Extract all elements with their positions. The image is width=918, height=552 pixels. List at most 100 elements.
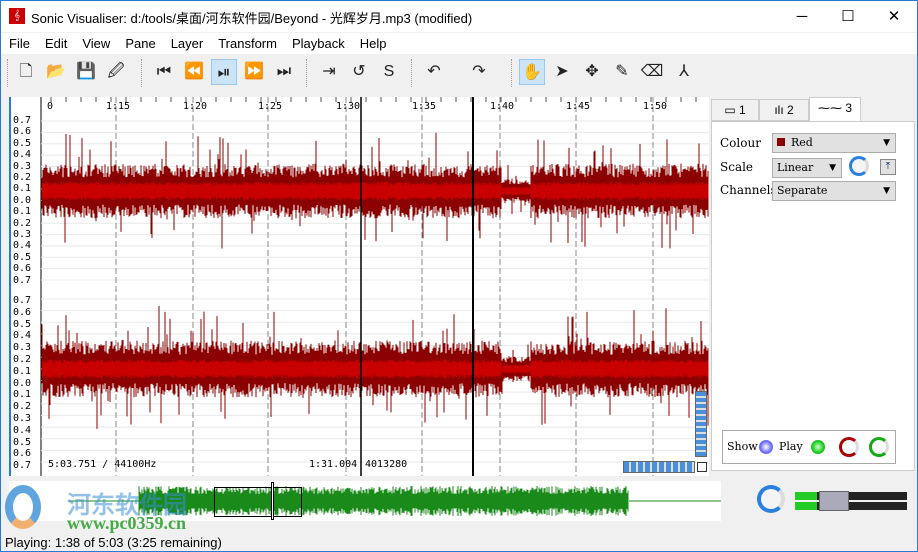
close-button[interactable]: ✕ bbox=[871, 1, 917, 32]
menu-view[interactable]: View bbox=[74, 33, 117, 51]
y-axis-label: 0.5 bbox=[13, 436, 32, 448]
select-button[interactable]: ➤ bbox=[549, 59, 575, 85]
play-selection-button[interactable]: ⇥ bbox=[316, 59, 342, 85]
colour-label: Colour bbox=[720, 136, 761, 150]
undo-icon: ↶ bbox=[427, 63, 441, 80]
playback-gain-knob[interactable] bbox=[839, 437, 859, 457]
menu-layer[interactable]: Layer bbox=[163, 33, 211, 51]
scale-label: Scale bbox=[720, 160, 754, 174]
navigate-button[interactable]: ✋ bbox=[519, 59, 545, 85]
play-pause-icon: ⏯ bbox=[217, 64, 231, 81]
menu-transform[interactable]: Transform bbox=[210, 33, 284, 51]
level-meter-left bbox=[795, 492, 907, 500]
toolbar: 🗋 📂 💾 🖉 ⏮ ⏪ ⏯ ⏩ ⏭ ⇥ ↺ S ↶ ↷ ✋ ➤ ✥ ✎ ⌫ ⅄ bbox=[1, 55, 917, 91]
toolbar-separator bbox=[411, 59, 413, 87]
y-axis-label: 0.1 bbox=[13, 389, 32, 401]
rewind-icon: ⏪ bbox=[184, 63, 204, 80]
toolbar-separator bbox=[306, 59, 308, 87]
save-button[interactable]: 💾 bbox=[73, 59, 99, 85]
gain-knob[interactable] bbox=[849, 156, 869, 176]
toolbar-separator bbox=[141, 59, 143, 87]
show-toggle[interactable] bbox=[759, 440, 773, 454]
y-axis-label: 0.7 bbox=[13, 460, 32, 472]
y-axis-label: 0.7 bbox=[13, 295, 32, 306]
rewind-start-icon: ⏮ bbox=[156, 63, 172, 80]
tab-waveform-3[interactable]: ⁓⁓ 3 bbox=[809, 97, 861, 122]
menu-pane[interactable]: Pane bbox=[117, 33, 162, 51]
cursor-frame: 4013280 bbox=[365, 459, 408, 470]
solo-button[interactable]: S bbox=[376, 59, 402, 85]
ruler-icon: ılı bbox=[774, 103, 784, 117]
overview-pane[interactable]: 河东软件园 www.pc0359.cn bbox=[5, 481, 721, 533]
y-axis-label: 0.4 bbox=[13, 330, 32, 342]
save-as-button[interactable]: 🖉 bbox=[103, 59, 129, 85]
redo-button[interactable]: ↷ bbox=[466, 59, 492, 85]
open-icon: 📂 bbox=[46, 63, 66, 80]
menu-file[interactable]: File bbox=[1, 33, 37, 51]
maximize-button[interactable]: ☐ bbox=[825, 1, 871, 32]
draw-icon: ✎ bbox=[615, 63, 629, 80]
window-title: Sonic Visualiser: d:/tools/桌面/河东软件园/Beyo… bbox=[31, 11, 473, 26]
measure-icon: ⅄ bbox=[679, 63, 689, 80]
ruler-label: 1:40 bbox=[490, 101, 515, 112]
horizontal-zoom-slider[interactable] bbox=[623, 461, 695, 473]
ruler-label: 1:45 bbox=[566, 101, 591, 112]
fast-forward-end-button[interactable]: ⏭ bbox=[271, 59, 297, 85]
rewind-button[interactable]: ⏪ bbox=[181, 59, 207, 85]
zoom-reset-button[interactable] bbox=[697, 462, 707, 472]
menu-help[interactable]: Help bbox=[352, 33, 394, 51]
level-meter-right bbox=[795, 502, 907, 510]
playback-pan-knob[interactable] bbox=[869, 437, 889, 457]
watermark-logo bbox=[5, 485, 41, 529]
erase-button[interactable]: ⌫ bbox=[639, 59, 665, 85]
move-button[interactable]: ✥ bbox=[579, 59, 605, 85]
draw-button[interactable]: ✎ bbox=[609, 59, 635, 85]
ruler-label: 1:25 bbox=[258, 101, 283, 112]
new-button[interactable]: 🗋 bbox=[13, 59, 39, 85]
waveform-pane[interactable]: 0.7 0.6 0.5 0.4 0.3 0.2 0.1 0.0 0.1 0.2 0.3 0.4 0.5 0… bbox=[9, 97, 709, 476]
tab-pane-1[interactable]: ▭ 1 bbox=[711, 99, 759, 121]
overview-viewport-rect[interactable] bbox=[214, 487, 302, 517]
colour-dropdown[interactable]: Red ▼ bbox=[772, 133, 896, 153]
y-axis-label: 0.4 bbox=[13, 149, 32, 161]
play-toggle[interactable] bbox=[811, 440, 825, 454]
rewind-start-button[interactable]: ⏮ bbox=[151, 59, 177, 85]
minimize-button[interactable]: ─ bbox=[779, 1, 825, 32]
measure-button[interactable]: ⅄ bbox=[671, 59, 697, 85]
reset-scale-button[interactable]: ⤒ bbox=[880, 159, 896, 175]
master-volume-knob[interactable] bbox=[757, 485, 785, 513]
open-button[interactable]: 📂 bbox=[43, 59, 69, 85]
y-axis-label: 0.6 bbox=[13, 306, 32, 318]
y-axis-label: 0.1 bbox=[13, 365, 32, 377]
y-axis-label: 0.6 bbox=[13, 448, 32, 460]
toolbar-separator bbox=[7, 59, 9, 87]
show-label: Show bbox=[727, 440, 758, 453]
channels-dropdown[interactable]: Separate ▼ bbox=[772, 181, 896, 201]
menu-edit[interactable]: Edit bbox=[37, 33, 74, 51]
y-axis-label: 0.6 bbox=[13, 126, 32, 138]
y-axis-label: 0.1 bbox=[13, 183, 32, 195]
scale-dropdown[interactable]: Linear ▼ bbox=[772, 158, 842, 178]
ruler-label: 1:50 bbox=[643, 101, 668, 112]
undo-button[interactable]: ↶ bbox=[421, 59, 447, 85]
fast-forward-button[interactable]: ⏩ bbox=[241, 59, 267, 85]
playback-speed-slider[interactable] bbox=[819, 491, 849, 511]
ruler-label: 1:35 bbox=[412, 101, 437, 112]
colour-swatch bbox=[777, 138, 785, 146]
menu-playback[interactable]: Playback bbox=[284, 33, 352, 51]
play-pause-button[interactable]: ⏯ bbox=[211, 59, 237, 85]
overview-playhead[interactable] bbox=[271, 482, 274, 520]
toolbar-separator bbox=[511, 59, 513, 87]
loop-button[interactable]: ↺ bbox=[346, 59, 372, 85]
vertical-zoom-slider[interactable] bbox=[695, 391, 707, 457]
save-icon: 💾 bbox=[76, 63, 96, 80]
y-axis-label: 0.0 bbox=[13, 194, 32, 206]
cursor-time: 1:31.004 bbox=[309, 459, 358, 470]
y-axis-label: 0.2 bbox=[13, 354, 32, 365]
save-as-icon: 🖉 bbox=[107, 63, 125, 80]
play-label: Play bbox=[779, 440, 803, 453]
tab-ruler-2[interactable]: ılı 2 bbox=[759, 99, 809, 121]
y-axis-label: 0.4 bbox=[13, 240, 32, 252]
fast-forward-icon: ⏩ bbox=[244, 63, 264, 80]
waveform-canvas[interactable] bbox=[11, 97, 709, 476]
